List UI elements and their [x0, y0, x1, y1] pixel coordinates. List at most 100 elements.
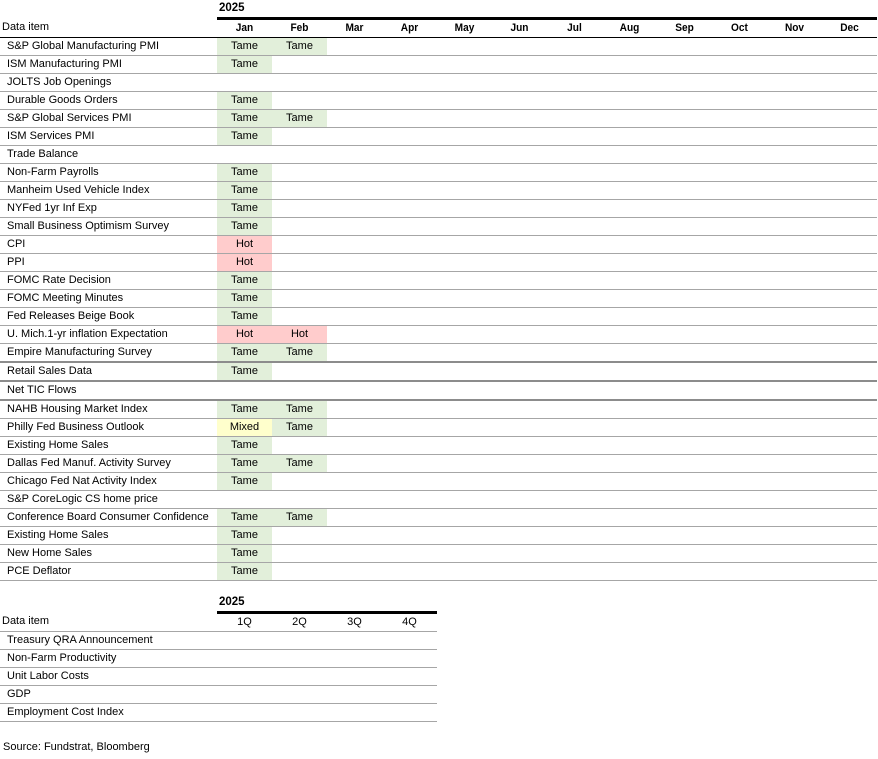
status-cell [382, 436, 437, 455]
status-cell [437, 544, 492, 563]
data-item-label: Treasury QRA Announcement [0, 631, 217, 650]
status-cell [602, 307, 657, 326]
status-cell [767, 37, 822, 56]
status-cell [382, 91, 437, 110]
status-cell [382, 343, 437, 363]
status-cell [272, 181, 327, 200]
status-cell [272, 289, 327, 308]
status-cell [822, 362, 878, 382]
status-cell [437, 526, 492, 545]
status-cell [602, 381, 657, 401]
status-cell [822, 472, 878, 491]
status-cell [272, 235, 327, 254]
status-cell [437, 307, 492, 326]
data-item-label: Unit Labor Costs [0, 667, 217, 686]
status-cell [492, 163, 547, 182]
status-cell [272, 381, 327, 401]
status-cell [712, 217, 767, 236]
status-cell [382, 163, 437, 182]
year-header: 2025 [217, 0, 878, 20]
status-cell [272, 490, 327, 509]
status-cell [327, 381, 382, 401]
status-cell [217, 685, 272, 704]
data-item-label: PPI [0, 253, 217, 272]
status-cell [547, 55, 602, 74]
status-cell [327, 325, 382, 344]
status-cell [547, 91, 602, 110]
status-cell [382, 418, 437, 437]
status-cell [657, 418, 712, 437]
status-cell [382, 490, 437, 509]
status-cell [767, 418, 822, 437]
status-cell [712, 490, 767, 509]
status-cell [822, 235, 878, 254]
status-cell [327, 400, 382, 419]
table-row: FOMC Rate Decision Tame [0, 271, 878, 290]
column-header-oct: Oct [714, 18, 765, 38]
status-cell [712, 544, 767, 563]
status-cell [712, 145, 767, 164]
status-cell [327, 685, 382, 704]
status-cell [382, 562, 437, 581]
status-cell [272, 526, 327, 545]
status-cell [327, 490, 382, 509]
status-cell [602, 343, 657, 363]
status-cell [327, 181, 382, 200]
status-cell [822, 526, 878, 545]
status-cell [822, 127, 878, 146]
data-item-label: Existing Home Sales [0, 526, 217, 545]
status-cell [382, 37, 437, 56]
status-cell [382, 271, 437, 290]
status-cell [602, 454, 657, 473]
status-cell [327, 562, 382, 581]
status-cell [657, 381, 712, 401]
status-cell [657, 37, 712, 56]
status-cell [382, 289, 437, 308]
status-cell [327, 109, 382, 128]
status-cell [217, 703, 272, 722]
status-cell [492, 289, 547, 308]
status-cell [437, 73, 492, 92]
status-cell [327, 37, 382, 56]
status-cell [272, 145, 327, 164]
status-cell [602, 163, 657, 182]
status-cell [767, 381, 822, 401]
status-cell [767, 199, 822, 218]
status-cell [822, 37, 878, 56]
status-cell [492, 307, 547, 326]
status-cell [437, 562, 492, 581]
table-row: Small Business Optimism Survey Tame [0, 217, 878, 236]
status-cell [327, 145, 382, 164]
status-cell [767, 127, 822, 146]
status-cell [272, 472, 327, 491]
status-cell [712, 526, 767, 545]
status-cell [822, 55, 878, 74]
table-row: JOLTS Job Openings [0, 73, 878, 92]
status-cell [657, 91, 712, 110]
status-cell [437, 181, 492, 200]
status-cell [327, 253, 382, 272]
source-note: Source: Fundstrat, Bloomberg [3, 741, 150, 753]
status-cell [602, 436, 657, 455]
status-cell [437, 418, 492, 437]
status-cell [547, 145, 602, 164]
data-item-label: Philly Fed Business Outlook [0, 418, 217, 437]
status-cell [327, 667, 382, 686]
status-cell [492, 253, 547, 272]
status-cell [602, 289, 657, 308]
status-cell [327, 343, 382, 363]
status-cell [712, 436, 767, 455]
status-cell [217, 73, 272, 92]
table-row: ISM Services PMI Tame [0, 127, 878, 146]
status-cell [437, 362, 492, 382]
status-cell [712, 289, 767, 308]
year-header-row: 2025 [0, 594, 438, 614]
status-cell [382, 454, 437, 473]
status-cell [547, 418, 602, 437]
status-cell [767, 325, 822, 344]
status-cell [767, 109, 822, 128]
status-cell: Tame [217, 127, 272, 146]
data-item-label: CPI [0, 235, 217, 254]
status-cell [657, 199, 712, 218]
status-cell [382, 526, 437, 545]
